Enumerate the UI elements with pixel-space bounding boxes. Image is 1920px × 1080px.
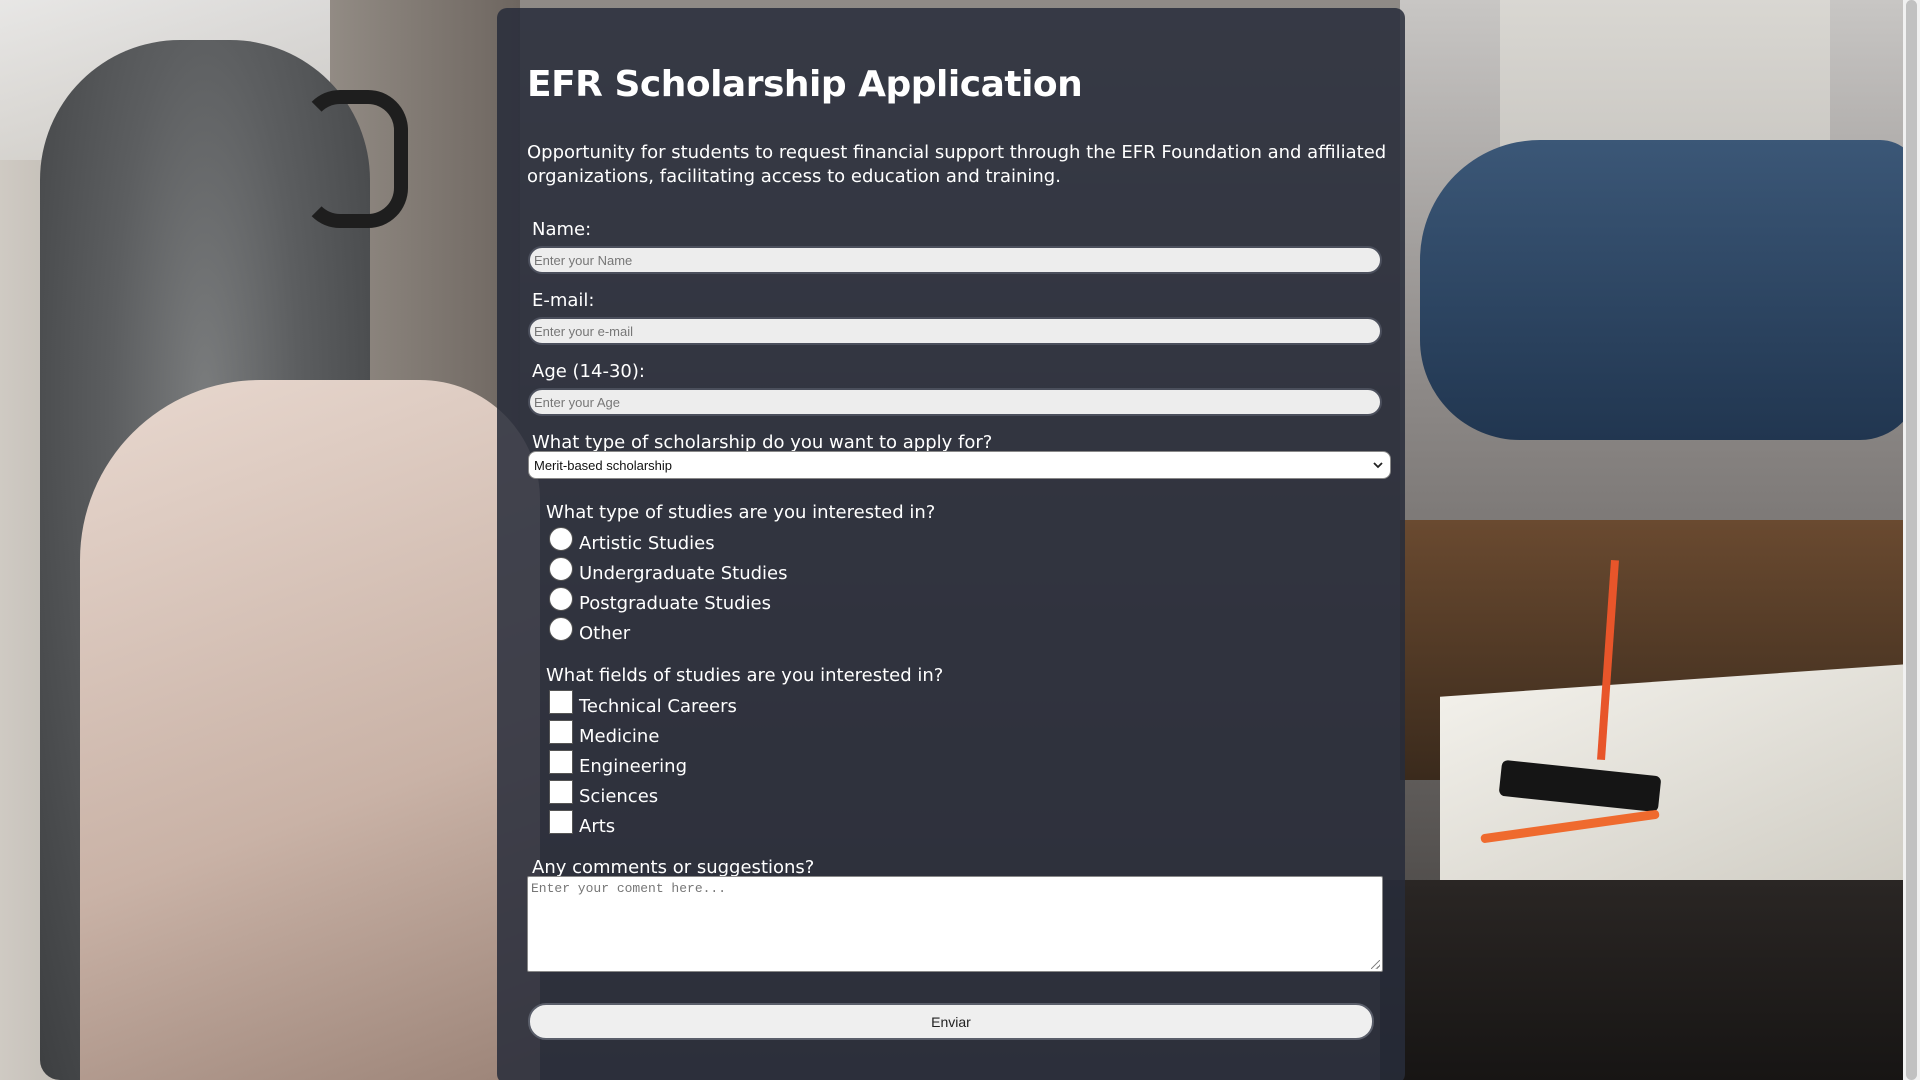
chevron-down-icon [1371, 458, 1385, 472]
email-input[interactable] [528, 317, 1382, 345]
name-label: Name: [532, 219, 592, 240]
study-field-option-label: Medicine [579, 726, 660, 747]
study-type-option-label: Postgraduate Studies [579, 593, 772, 614]
scholarship-type-label: What type of scholarship do you want to … [532, 432, 993, 453]
form-title: EFR Scholarship Application [527, 64, 1083, 105]
checkbox[interactable] [549, 720, 573, 744]
study-field-option[interactable]: Engineering [549, 749, 687, 777]
study-field-option[interactable]: Sciences [549, 779, 658, 807]
study-type-option-label: Other [579, 623, 631, 644]
study-type-option[interactable]: Artistic Studies [549, 526, 715, 554]
study-type-option[interactable]: Other [549, 616, 630, 644]
study-field-option[interactable]: Medicine [549, 719, 659, 747]
checkbox[interactable] [549, 810, 573, 834]
study-field-option-label: Technical Careers [579, 696, 737, 717]
radio-button[interactable] [549, 617, 573, 641]
comments-textarea[interactable]: Enter your coment here... [527, 876, 1383, 972]
submit-button[interactable]: Enviar [528, 1003, 1374, 1040]
study-fields-label: What fields of studies are you intereste… [546, 665, 944, 686]
form-description: Opportunity for students to request fina… [527, 142, 1387, 187]
study-type-option[interactable]: Undergraduate Studies [549, 556, 788, 584]
checkbox[interactable] [549, 750, 573, 774]
checkbox[interactable] [549, 780, 573, 804]
headphones-icon [300, 90, 408, 228]
page-scrollbar-thumb[interactable] [1906, 0, 1917, 1080]
age-label: Age (14-30): [532, 361, 645, 382]
name-input[interactable] [528, 246, 1382, 274]
application-form-panel: EFR Scholarship Application Opportunity … [497, 8, 1405, 1080]
resize-grip-icon[interactable] [1371, 960, 1380, 969]
comments-placeholder: Enter your coment here... [531, 881, 727, 896]
scholarship-type-selected: Merit-based scholarship [534, 457, 673, 473]
study-type-option-label: Undergraduate Studies [579, 563, 788, 584]
scholarship-type-select[interactable]: Merit-based scholarship [528, 451, 1391, 479]
radio-button[interactable] [549, 557, 573, 581]
background-jeans [1420, 140, 1920, 440]
comments-label: Any comments or suggestions? [532, 857, 815, 878]
background-person-shirt [80, 380, 540, 1080]
study-field-option[interactable]: Technical Careers [549, 689, 737, 717]
study-field-option-label: Engineering [579, 756, 687, 777]
radio-button[interactable] [549, 587, 573, 611]
study-type-option[interactable]: Postgraduate Studies [549, 586, 771, 614]
radio-button[interactable] [549, 527, 573, 551]
study-field-option[interactable]: Arts [549, 809, 615, 837]
checkbox[interactable] [549, 690, 573, 714]
study-type-option-label: Artistic Studies [579, 533, 715, 554]
study-type-label: What type of studies are you interested … [546, 502, 936, 523]
study-field-option-label: Sciences [579, 786, 659, 807]
email-label: E-mail: [532, 290, 595, 311]
study-field-option-label: Arts [579, 816, 616, 837]
background-floor [1380, 880, 1920, 1080]
age-input[interactable] [528, 388, 1382, 416]
